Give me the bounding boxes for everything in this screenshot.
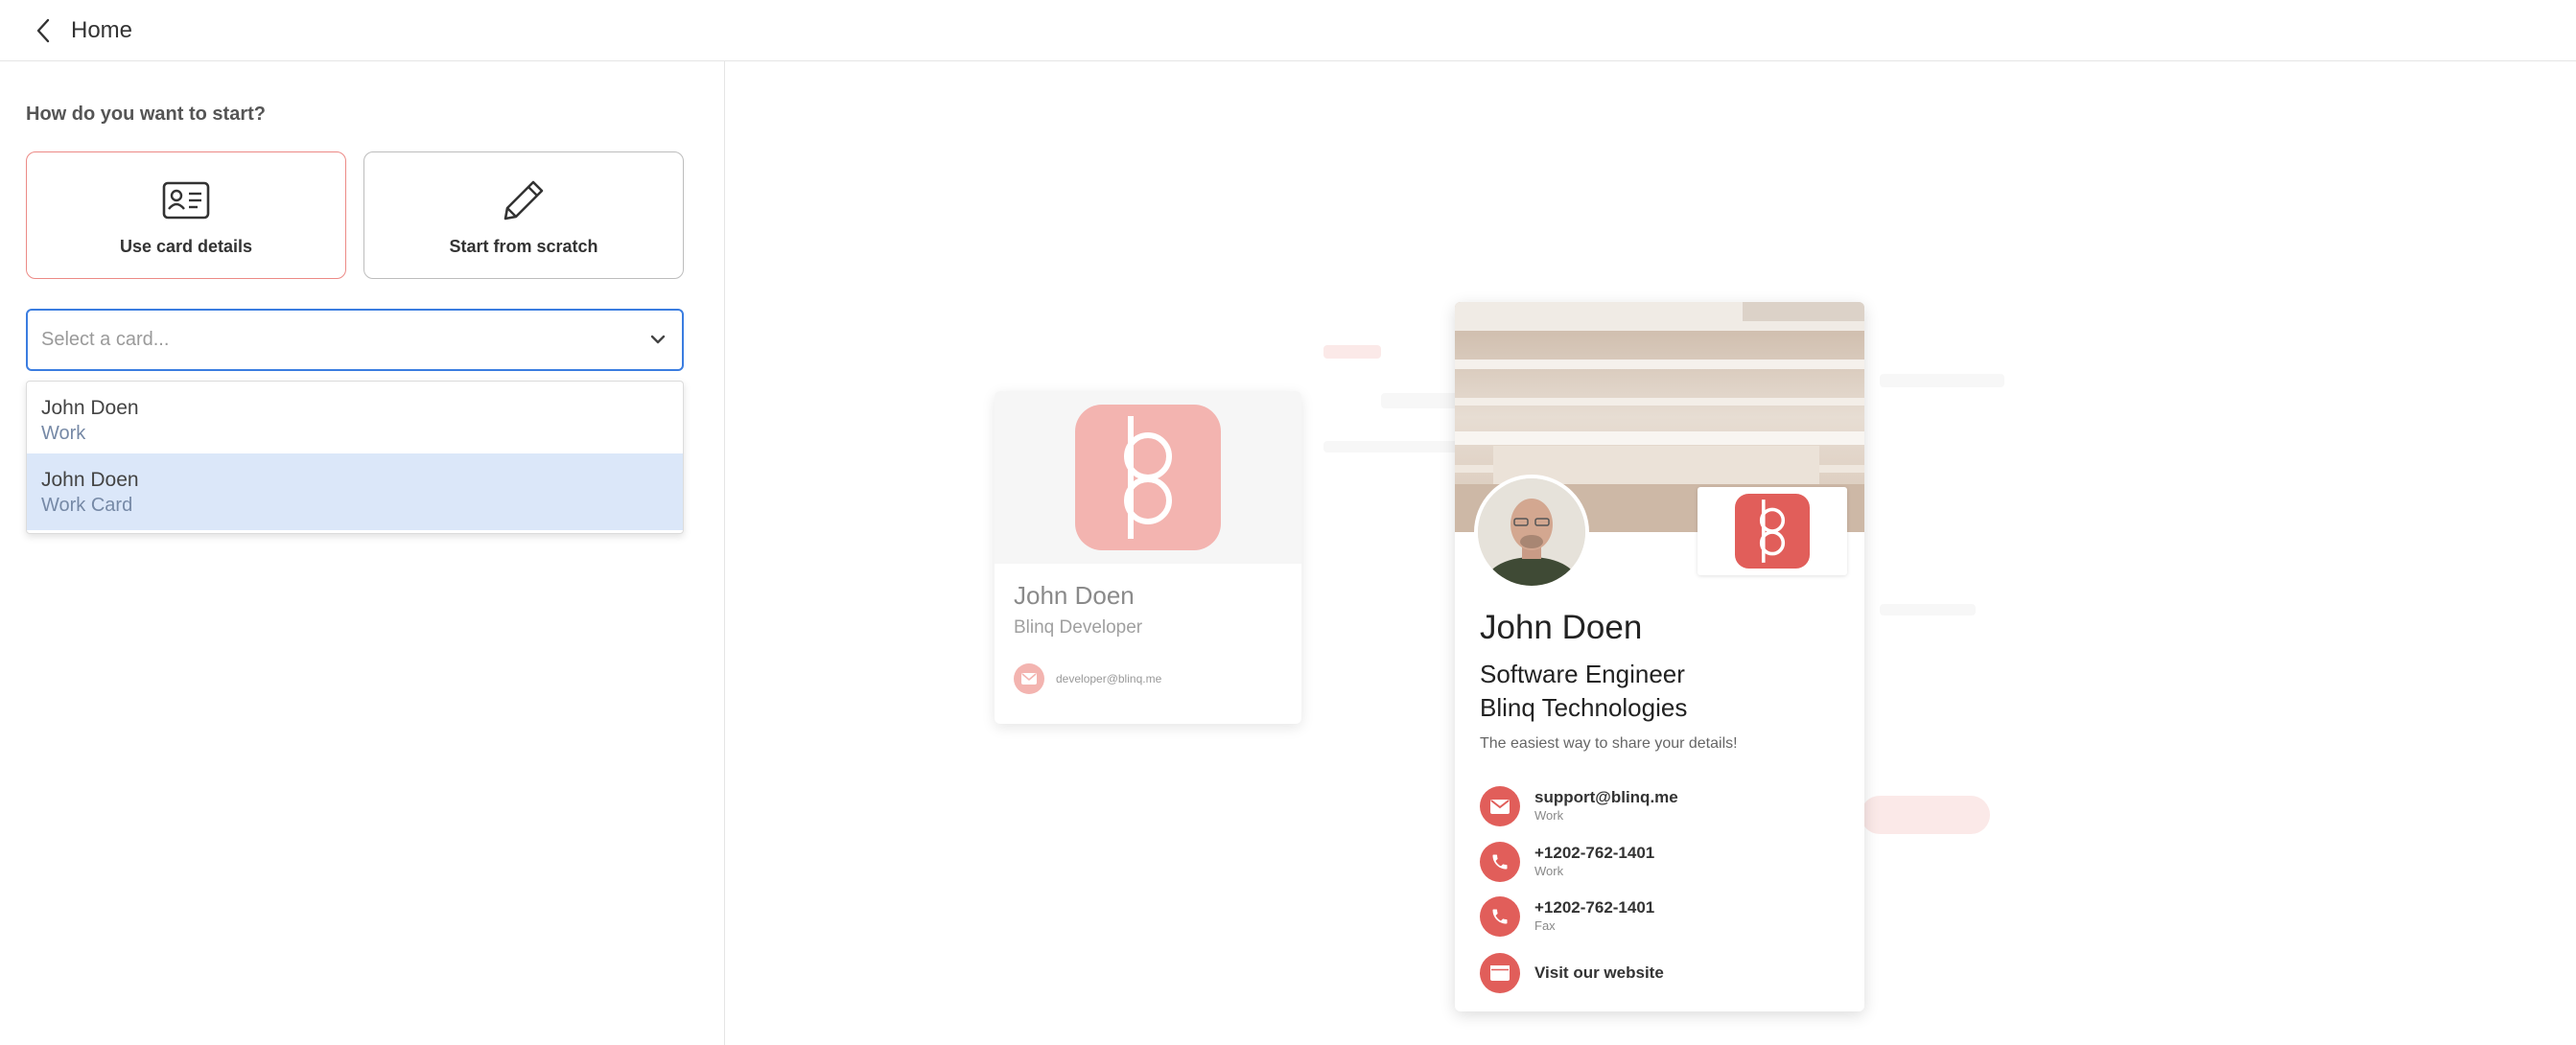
- company-logo: [1698, 487, 1847, 575]
- dropdown-option-name: John Doen: [41, 397, 139, 419]
- use-card-details-option[interactable]: Use card details: [26, 151, 346, 279]
- card-name: John Doen: [1480, 609, 1643, 646]
- id-card-icon: [162, 177, 210, 223]
- pencil-icon: [501, 177, 547, 223]
- start-from-scratch-label: Start from scratch: [449, 237, 598, 256]
- phone-icon: [1480, 896, 1520, 937]
- contact-value: +1202-762-1401: [1534, 898, 1655, 917]
- top-bar: Home: [0, 0, 2576, 61]
- phone-icon: [1480, 842, 1520, 882]
- background-decoration: [1880, 604, 1976, 615]
- card-select-input[interactable]: [41, 329, 617, 351]
- background-decoration: [1861, 796, 1990, 834]
- mini-card-preview: John Doen Blinq Developer developer@blin…: [995, 391, 1301, 724]
- contact-label: Work: [1534, 864, 1564, 878]
- contact-email-row[interactable]: support@blinq.me Work: [1480, 786, 1678, 826]
- dropdown-option[interactable]: John Doen Work: [27, 382, 683, 453]
- start-panel: How do you want to start? Use card detai…: [0, 61, 725, 1045]
- mail-icon: [1014, 663, 1044, 694]
- card-select-dropdown: John Doen Work John Doen Work Card: [26, 381, 684, 534]
- mail-icon: [1480, 786, 1520, 826]
- blinq-logo-icon: [1075, 405, 1221, 550]
- card-preview: John Doen Software Engineer Blinq Techno…: [1455, 302, 1864, 1011]
- contact-phone-row[interactable]: +1202-762-1401 Work: [1480, 842, 1654, 882]
- dropdown-option-name: John Doen: [41, 469, 139, 491]
- card-job-title: Software Engineer: [1480, 660, 1685, 688]
- contact-website-row[interactable]: Visit our website: [1480, 953, 1664, 993]
- contact-value: support@blinq.me: [1534, 788, 1678, 806]
- blinq-logo-icon: [1735, 494, 1810, 569]
- start-from-scratch-option[interactable]: Start from scratch: [363, 151, 684, 279]
- mini-card-email-row: developer@blinq.me: [1014, 663, 1161, 694]
- back-button[interactable]: [29, 16, 58, 45]
- card-company: Blinq Technologies: [1480, 693, 1688, 722]
- page-title: Home: [71, 16, 133, 43]
- dropdown-option-subtitle: Work Card: [41, 495, 133, 516]
- mini-card-email: developer@blinq.me: [1056, 672, 1162, 685]
- card-select[interactable]: [26, 309, 684, 371]
- dropdown-option[interactable]: John Doen Work Card: [27, 453, 683, 530]
- use-card-details-label: Use card details: [119, 237, 253, 256]
- contact-label: Work: [1534, 808, 1564, 823]
- background-decoration: [1880, 374, 2004, 387]
- mini-card-banner: [995, 391, 1301, 564]
- avatar: [1474, 475, 1589, 590]
- card-tagline: The easiest way to share your details!: [1480, 735, 1738, 752]
- dropdown-option-subtitle: Work: [41, 423, 86, 444]
- mini-card-name: John Doen: [1014, 581, 1135, 610]
- chevron-left-icon: [36, 18, 50, 42]
- start-question: How do you want to start?: [26, 104, 266, 125]
- contact-fax-row[interactable]: +1202-762-1401 Fax: [1480, 896, 1654, 937]
- contact-value: +1202-762-1401: [1534, 844, 1655, 862]
- chevron-down-icon[interactable]: [649, 331, 667, 348]
- background-decoration: [1323, 345, 1381, 359]
- contact-value: Visit our website: [1534, 964, 1664, 982]
- mini-card-role: Blinq Developer: [1014, 617, 1143, 638]
- contact-label: Fax: [1534, 918, 1556, 933]
- website-icon: [1480, 953, 1520, 993]
